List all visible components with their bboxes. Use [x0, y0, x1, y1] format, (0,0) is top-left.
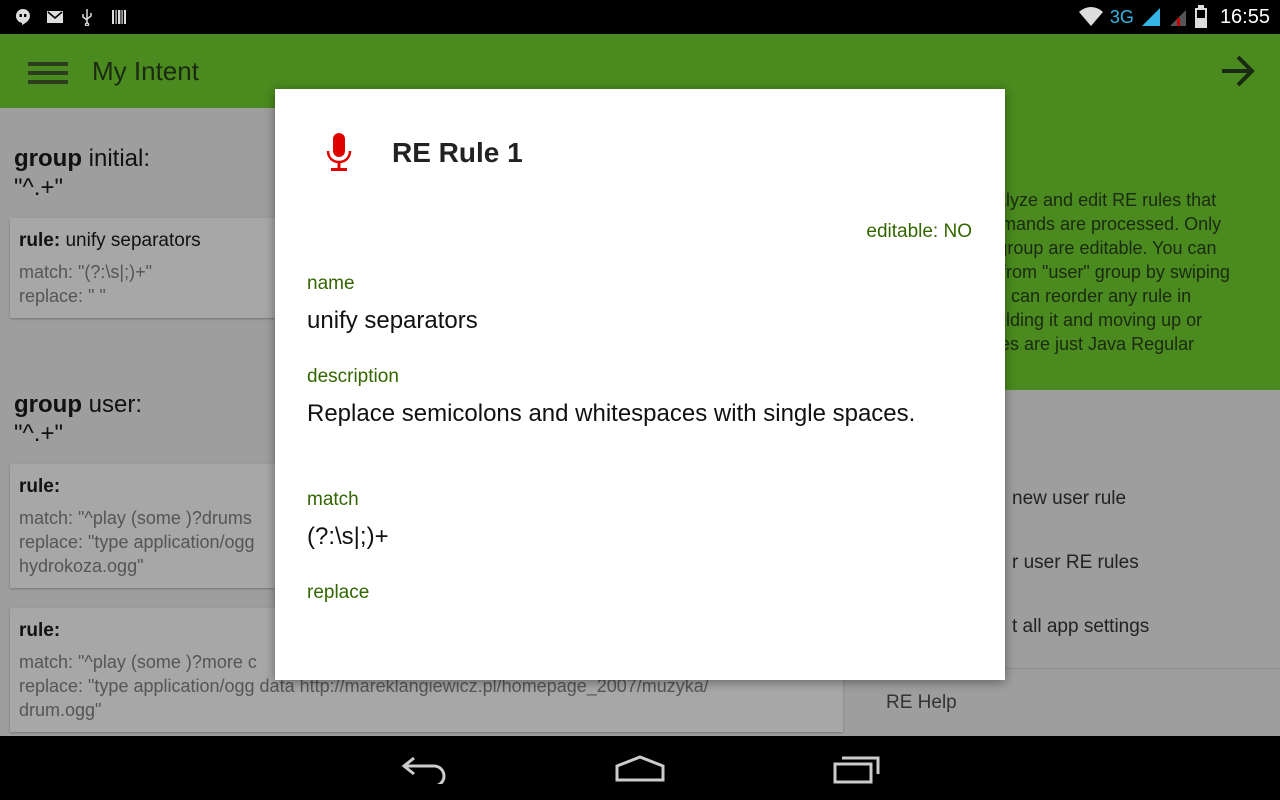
dialog-title: RE Rule 1	[392, 137, 523, 168]
match-value: (?:\s|;)+	[307, 523, 389, 550]
home-icon[interactable]	[614, 754, 666, 784]
app-title: My Intent	[92, 56, 199, 86]
hangouts-icon	[16, 9, 30, 25]
back-icon[interactable]	[400, 754, 448, 784]
replace-label: replace	[307, 582, 370, 603]
name-value: unify separators	[307, 307, 478, 334]
help-text: nalyze and edit RE rules that mmands are…	[986, 190, 1230, 354]
editable-status: editable: NO	[866, 221, 972, 242]
clock: 16:55	[1219, 5, 1270, 28]
description-label: description	[307, 366, 399, 387]
signal-off-icon	[1169, 10, 1186, 26]
signal-icon	[1141, 8, 1160, 26]
usb-icon	[82, 9, 92, 26]
menu-icon[interactable]	[28, 62, 68, 89]
network-type: 3G	[1109, 6, 1134, 27]
match-label: match	[307, 489, 359, 510]
barcode-icon	[112, 10, 126, 24]
name-label: name	[307, 273, 355, 294]
side-item-clear-user-rules[interactable]: r user RE rules	[1012, 552, 1139, 574]
battery-icon	[1194, 5, 1207, 28]
wifi-icon	[1078, 7, 1103, 26]
rule-dialog: RE Rule 1 editable: NO name unify separa…	[275, 89, 1005, 680]
status-bar: 3G 16:55	[0, 0, 1280, 34]
side-item-new-user-rule[interactable]: new user rule	[1012, 488, 1126, 510]
side-item-re-help[interactable]: RE Help	[886, 692, 957, 714]
side-item-reset-settings[interactable]: t all app settings	[1012, 616, 1149, 638]
microphone-icon	[326, 133, 352, 171]
group-header-initial: group initial: "^.+"	[14, 145, 151, 201]
recent-apps-icon[interactable]	[832, 754, 882, 784]
group-header-user: group user: "^.+"	[14, 391, 143, 447]
navigation-bar	[0, 736, 1280, 800]
arrow-forward-icon[interactable]	[1218, 52, 1258, 90]
description-value: Replace semicolons and whitespaces with …	[307, 400, 916, 427]
gmail-icon	[47, 11, 63, 23]
